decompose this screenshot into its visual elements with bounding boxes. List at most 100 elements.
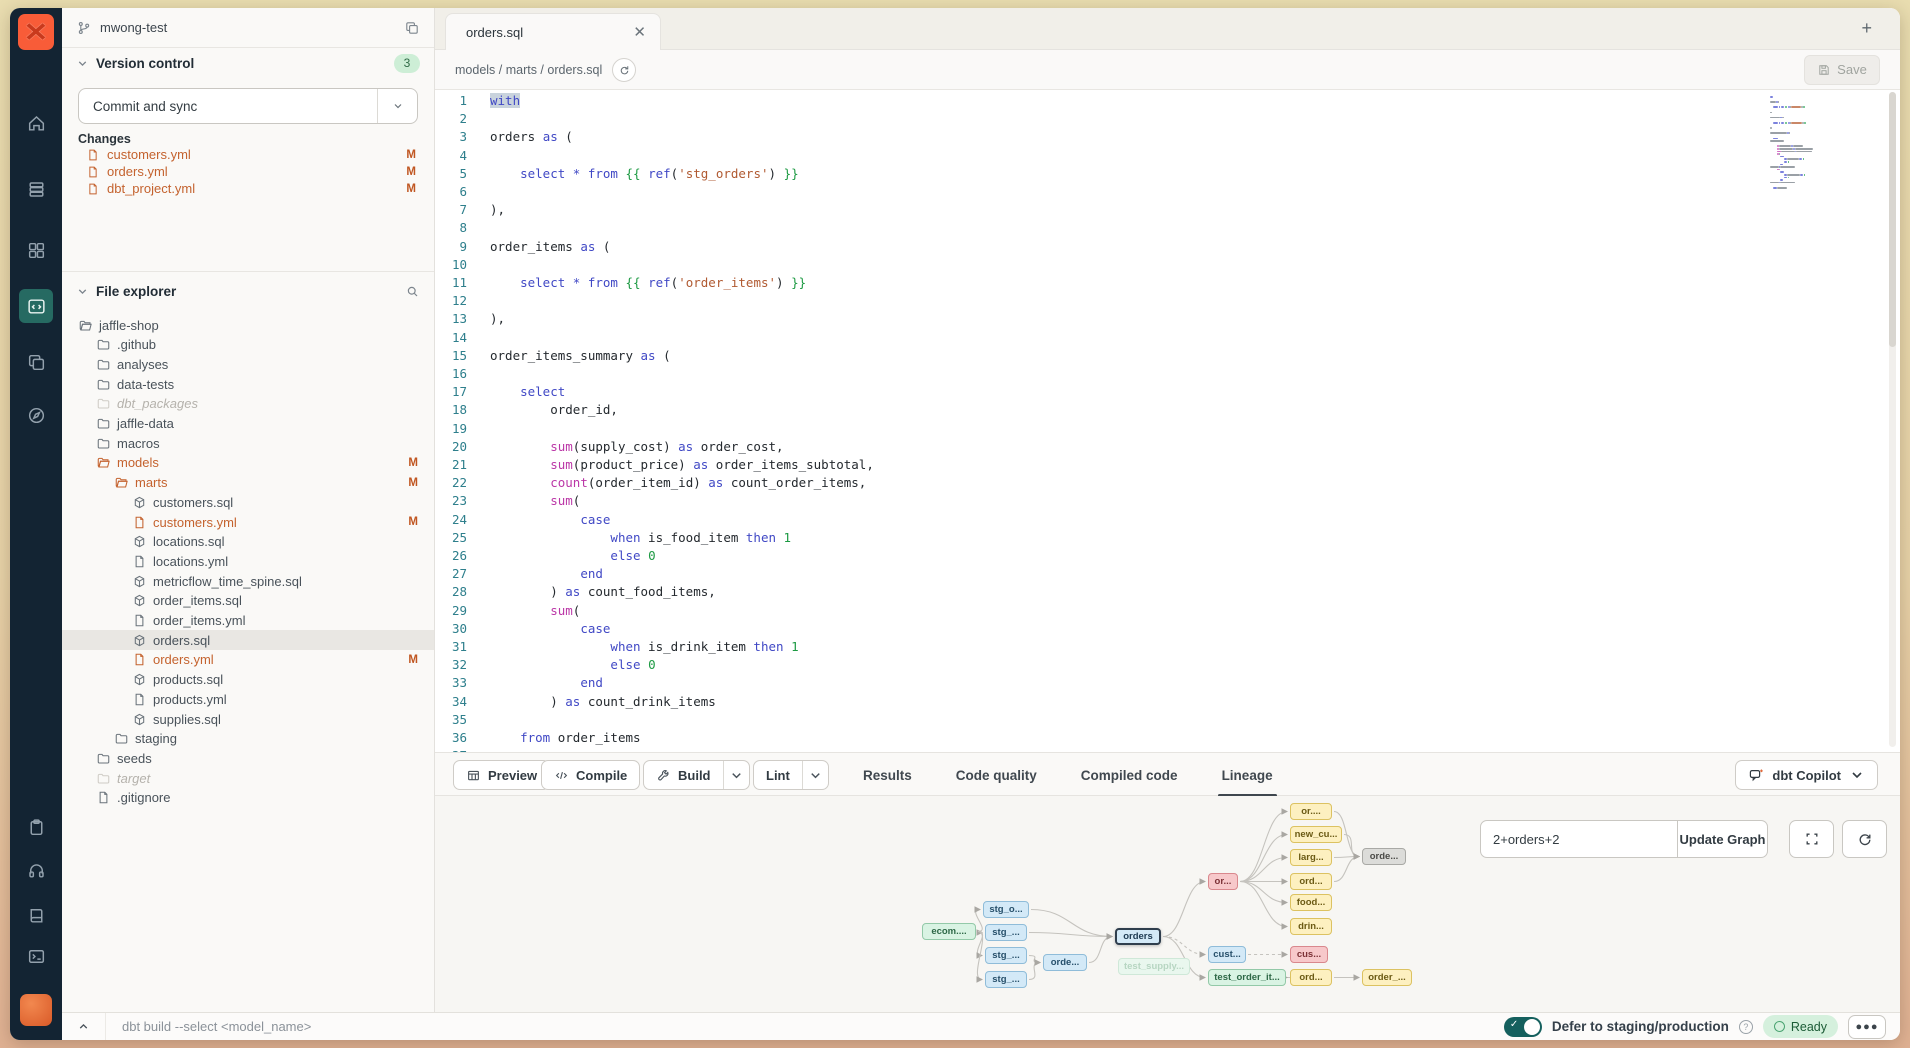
lint-dropdown[interactable] xyxy=(802,761,828,789)
tree-item-jaffle-shop[interactable]: jaffle-shop xyxy=(62,315,434,335)
editor-scrollbar[interactable] xyxy=(1889,92,1896,747)
lineage-node-ecom[interactable]: ecom.... xyxy=(922,923,976,940)
build-button[interactable]: Build xyxy=(643,760,750,790)
nav-grid-icon[interactable] xyxy=(19,233,53,267)
search-icon[interactable] xyxy=(405,282,420,301)
lineage-node-ordY[interactable]: ord... xyxy=(1290,969,1332,986)
lineage-node-orPink[interactable]: or... xyxy=(1208,873,1238,890)
tab-orders-sql[interactable]: orders.sql ✕ xyxy=(445,13,661,50)
lineage-node-y1[interactable]: or.... xyxy=(1290,803,1332,820)
tree-item-analyses[interactable]: analyses xyxy=(62,354,434,374)
more-options-button[interactable]: ●●● xyxy=(1848,1015,1886,1039)
lineage-node-y5[interactable]: food... xyxy=(1290,894,1332,911)
preview-label: Preview xyxy=(488,768,537,783)
tree-item-products-yml[interactable]: products.yml xyxy=(62,689,434,709)
line-number: 34 xyxy=(435,693,479,711)
tree-item-products-sql[interactable]: products.sql xyxy=(62,670,434,690)
help-icon[interactable]: ? xyxy=(1739,1020,1753,1034)
save-button[interactable]: Save xyxy=(1804,55,1880,85)
fullscreen-button[interactable] xyxy=(1789,820,1834,858)
nav-terminal-icon[interactable] xyxy=(19,939,53,973)
changed-file-row[interactable]: customers.ymlM xyxy=(62,146,434,163)
lineage-panel: ecom....stg_o...stg_...stg_...stg_...ord… xyxy=(435,796,1900,1012)
tree-item-metricflow-time-spine-sql[interactable]: metricflow_time_spine.sql xyxy=(62,571,434,591)
folder-open-icon xyxy=(96,455,111,470)
tree-item-data-tests[interactable]: data-tests xyxy=(62,374,434,394)
lineage-node-y6[interactable]: drin... xyxy=(1290,918,1332,935)
nav-clipboard-icon[interactable] xyxy=(19,810,53,844)
tree-item-macros[interactable]: macros xyxy=(62,433,434,453)
lineage-node-y3[interactable]: larg... xyxy=(1290,849,1332,866)
nav-windows-icon[interactable] xyxy=(19,345,53,379)
tree-item-jaffle-data[interactable]: jaffle-data xyxy=(62,414,434,434)
changed-file-row[interactable]: dbt_project.ymlM xyxy=(62,180,434,197)
tree-item-orders-yml[interactable]: orders.ymlM xyxy=(62,650,434,670)
commit-and-sync-button[interactable]: Commit and sync xyxy=(78,88,418,124)
copy-icon[interactable] xyxy=(404,20,420,36)
lineage-node-stg2[interactable]: stg_... xyxy=(985,924,1027,941)
sync-link-icon[interactable] xyxy=(612,58,636,82)
tree-item-models[interactable]: modelsM xyxy=(62,453,434,473)
nav-home-icon[interactable] xyxy=(19,106,53,140)
nav-book-icon[interactable] xyxy=(19,898,53,932)
tree-item-customers-yml[interactable]: customers.ymlM xyxy=(62,512,434,532)
update-graph-button[interactable]: Update Graph xyxy=(1678,820,1768,858)
tree-item-supplies-sql[interactable]: supplies.sql xyxy=(62,709,434,729)
tree-item-order-items-yml[interactable]: order_items.yml xyxy=(62,611,434,631)
tab-lineage[interactable]: Lineage xyxy=(1222,753,1273,797)
preview-button[interactable]: Preview xyxy=(453,760,550,790)
lineage-node-stg1[interactable]: stg_o... xyxy=(983,901,1029,918)
tree-item-locations-sql[interactable]: locations.sql xyxy=(62,532,434,552)
lineage-node-y4[interactable]: ord... xyxy=(1290,873,1332,890)
lineage-node-orderR[interactable]: order_... xyxy=(1362,969,1412,986)
command-input[interactable]: dbt build --select <model_name> xyxy=(106,1019,311,1034)
tab-close-icon[interactable]: ✕ xyxy=(633,23,646,41)
tab-code-quality[interactable]: Code quality xyxy=(956,753,1037,797)
tab-results[interactable]: Results xyxy=(863,753,912,797)
file-explorer-header[interactable]: File explorer xyxy=(62,276,434,306)
tree-item-order-items-sql[interactable]: order_items.sql xyxy=(62,591,434,611)
lineage-node-cust[interactable]: cust... xyxy=(1208,946,1246,963)
lineage-node-stg4[interactable]: stg_... xyxy=(985,971,1027,988)
code-editor[interactable]: 3736 from order_items3534 ) as count_dri… xyxy=(435,90,1900,752)
lint-label: Lint xyxy=(766,768,790,783)
nav-headset-icon[interactable] xyxy=(19,853,53,887)
nav-develop-icon[interactable] xyxy=(19,289,53,323)
tree-item-customers-sql[interactable]: customers.sql xyxy=(62,492,434,512)
expand-command-bar-button[interactable] xyxy=(62,1013,106,1040)
tree-item-staging[interactable]: staging xyxy=(62,729,434,749)
commit-dropdown[interactable] xyxy=(377,89,417,123)
lineage-node-testsupply[interactable]: test_supply... xyxy=(1118,958,1190,975)
tab-compiled-code[interactable]: Compiled code xyxy=(1081,753,1178,797)
tree-item-orders-sql[interactable]: orders.sql xyxy=(62,630,434,650)
tree-item-seeds[interactable]: seeds xyxy=(62,748,434,768)
tree-item--github[interactable]: .github xyxy=(62,335,434,355)
tree-item--gitignore[interactable]: .gitignore xyxy=(62,788,434,808)
tree-item-locations-yml[interactable]: locations.yml xyxy=(62,551,434,571)
line-number: 28 xyxy=(435,583,479,601)
user-avatar[interactable] xyxy=(20,994,52,1026)
lineage-node-ordeGrey[interactable]: orde... xyxy=(1362,848,1406,865)
lineage-node-testorder[interactable]: test_order_it... xyxy=(1208,969,1286,986)
lineage-node-ordeL[interactable]: orde... xyxy=(1043,954,1087,971)
lineage-node-y2[interactable]: new_cu... xyxy=(1290,826,1342,843)
nav-compass-icon[interactable] xyxy=(19,398,53,432)
nav-stack-icon[interactable] xyxy=(19,172,53,206)
tree-item-target[interactable]: target xyxy=(62,768,434,788)
lineage-filter-input[interactable]: 2+orders+2 xyxy=(1480,820,1678,858)
compile-button[interactable]: Compile xyxy=(541,760,640,790)
lineage-node-cusPink[interactable]: cus... xyxy=(1290,946,1328,963)
dbt-logo[interactable]: ✕ xyxy=(18,14,54,50)
lint-button[interactable]: Lint xyxy=(753,760,829,790)
tree-item-dbt-packages[interactable]: dbt_packages xyxy=(62,394,434,414)
changed-file-row[interactable]: orders.ymlM xyxy=(62,163,434,180)
tree-item-marts[interactable]: martsM xyxy=(62,473,434,493)
refresh-button[interactable] xyxy=(1842,820,1887,858)
lineage-node-stg3[interactable]: stg_... xyxy=(985,947,1027,964)
dbt-copilot-button[interactable]: dbt Copilot xyxy=(1735,760,1878,790)
defer-toggle[interactable]: ✓ xyxy=(1504,1017,1542,1037)
build-dropdown[interactable] xyxy=(723,761,749,789)
new-tab-button[interactable]: + xyxy=(1861,18,1872,39)
version-control-header[interactable]: Version control 3 xyxy=(62,48,434,78)
lineage-node-orders[interactable]: orders xyxy=(1115,928,1161,945)
